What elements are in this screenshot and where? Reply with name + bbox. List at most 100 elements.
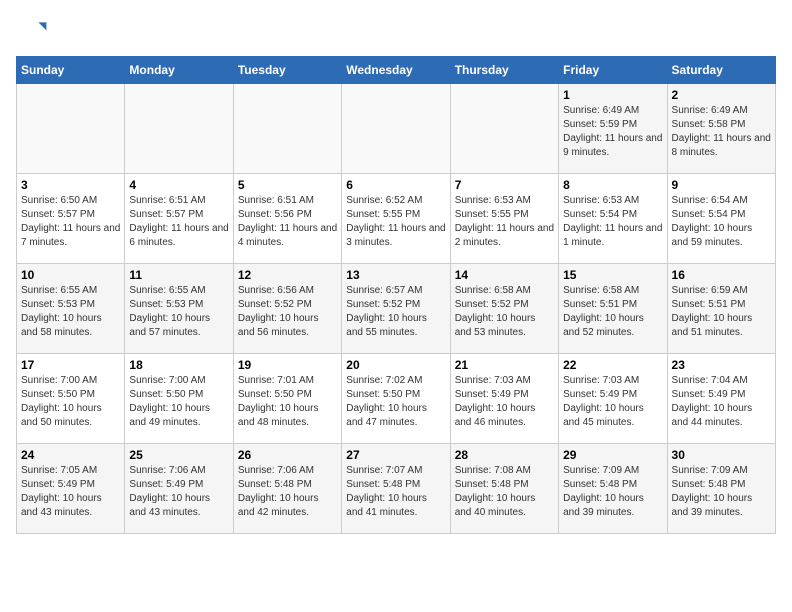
calendar-week-2: 3 Sunrise: 6:50 AM Sunset: 5:57 PM Daylig… bbox=[17, 174, 776, 264]
day-number: 5 bbox=[238, 178, 337, 192]
day-info: Sunrise: 7:08 AM Sunset: 5:48 PM Dayligh… bbox=[455, 464, 554, 520]
calendar-cell: 13Sunrise: 6:57 AM Sunset: 5:52 PM Dayli… bbox=[342, 264, 450, 354]
day-number: 10 bbox=[21, 268, 120, 282]
day-info: Sunrise: 6:54 AM Sunset: 5:54 PM Dayligh… bbox=[672, 194, 771, 250]
calendar-cell: 10 Sunrise: 6:55 AM Sunset: 5:53 PM Dayli… bbox=[17, 264, 125, 354]
day-info: Sunrise: 6:53 AM Sunset: 5:54 PM Dayligh… bbox=[563, 194, 662, 250]
day-info: Sunrise: 6:51 AM Sunset: 5:56 PM Dayligh… bbox=[238, 194, 337, 250]
day-info: Sunrise: 6:49 AM Sunset: 5:59 PM Dayligh… bbox=[563, 104, 662, 160]
calendar-table: SundayMondayTuesdayWednesdayThursdayFrid… bbox=[16, 56, 776, 534]
day-info: Sunrise: 6:55 AM Sunset: 5:53 PM Dayligh… bbox=[129, 284, 228, 340]
weekday-header-thursday: Thursday bbox=[450, 57, 558, 84]
calendar-cell: 26Sunrise: 7:06 AM Sunset: 5:48 PM Dayli… bbox=[233, 444, 341, 534]
calendar-week-4: 17 Sunrise: 7:00 AM Sunset: 5:50 PM Dayli… bbox=[17, 354, 776, 444]
calendar-cell: 4 Sunrise: 6:51 AM Sunset: 5:57 PM Daylig… bbox=[125, 174, 233, 264]
calendar-cell: 9 Sunrise: 6:54 AM Sunset: 5:54 PM Daylig… bbox=[667, 174, 775, 264]
calendar-cell: 3 Sunrise: 6:50 AM Sunset: 5:57 PM Daylig… bbox=[17, 174, 125, 264]
day-info: Sunrise: 6:53 AM Sunset: 5:55 PM Dayligh… bbox=[455, 194, 554, 250]
day-number: 13 bbox=[346, 268, 445, 282]
weekday-header-sunday: Sunday bbox=[17, 57, 125, 84]
calendar-cell: 15 Sunrise: 6:58 AM Sunset: 5:51 PM Dayli… bbox=[559, 264, 667, 354]
day-number: 4 bbox=[129, 178, 228, 192]
day-number: 14 bbox=[455, 268, 554, 282]
day-info: Sunrise: 7:09 AM Sunset: 5:48 PM Dayligh… bbox=[563, 464, 662, 520]
calendar-header: SundayMondayTuesdayWednesdayThursdayFrid… bbox=[17, 57, 776, 84]
calendar-cell: 17 Sunrise: 7:00 AM Sunset: 5:50 PM Dayli… bbox=[17, 354, 125, 444]
day-number: 17 bbox=[21, 358, 120, 372]
day-number: 9 bbox=[672, 178, 771, 192]
calendar-cell bbox=[342, 84, 450, 174]
day-number: 22 bbox=[563, 358, 662, 372]
weekday-row: SundayMondayTuesdayWednesdayThursdayFrid… bbox=[17, 57, 776, 84]
calendar-cell: 1 Sunrise: 6:49 AM Sunset: 5:59 PM Daylig… bbox=[559, 84, 667, 174]
day-number: 29 bbox=[563, 448, 662, 462]
day-info: Sunrise: 6:56 AM Sunset: 5:52 PM Dayligh… bbox=[238, 284, 337, 340]
day-number: 16 bbox=[672, 268, 771, 282]
day-number: 30 bbox=[672, 448, 771, 462]
day-info: Sunrise: 7:03 AM Sunset: 5:49 PM Dayligh… bbox=[563, 374, 662, 430]
day-number: 15 bbox=[563, 268, 662, 282]
day-info: Sunrise: 6:49 AM Sunset: 5:58 PM Dayligh… bbox=[672, 104, 771, 160]
calendar-cell bbox=[450, 84, 558, 174]
calendar-week-1: 1 Sunrise: 6:49 AM Sunset: 5:59 PM Daylig… bbox=[17, 84, 776, 174]
calendar-week-5: 24 Sunrise: 7:05 AM Sunset: 5:49 PM Dayli… bbox=[17, 444, 776, 534]
day-info: Sunrise: 6:55 AM Sunset: 5:53 PM Dayligh… bbox=[21, 284, 120, 340]
calendar-cell: 8 Sunrise: 6:53 AM Sunset: 5:54 PM Daylig… bbox=[559, 174, 667, 264]
calendar-cell bbox=[125, 84, 233, 174]
calendar-cell: 7 Sunrise: 6:53 AM Sunset: 5:55 PM Daylig… bbox=[450, 174, 558, 264]
calendar-cell: 27Sunrise: 7:07 AM Sunset: 5:48 PM Dayli… bbox=[342, 444, 450, 534]
day-number: 27 bbox=[346, 448, 445, 462]
day-number: 7 bbox=[455, 178, 554, 192]
calendar-cell: 24 Sunrise: 7:05 AM Sunset: 5:49 PM Dayli… bbox=[17, 444, 125, 534]
calendar-cell: 30 Sunrise: 7:09 AM Sunset: 5:48 PM Dayli… bbox=[667, 444, 775, 534]
weekday-header-tuesday: Tuesday bbox=[233, 57, 341, 84]
day-number: 1 bbox=[563, 88, 662, 102]
calendar-cell: 29 Sunrise: 7:09 AM Sunset: 5:48 PM Dayli… bbox=[559, 444, 667, 534]
logo bbox=[16, 16, 52, 48]
day-number: 3 bbox=[21, 178, 120, 192]
calendar-cell: 18Sunrise: 7:00 AM Sunset: 5:50 PM Dayli… bbox=[125, 354, 233, 444]
day-number: 24 bbox=[21, 448, 120, 462]
calendar-body: 1 Sunrise: 6:49 AM Sunset: 5:59 PM Daylig… bbox=[17, 84, 776, 534]
day-number: 21 bbox=[455, 358, 554, 372]
day-info: Sunrise: 6:50 AM Sunset: 5:57 PM Dayligh… bbox=[21, 194, 120, 250]
day-number: 25 bbox=[129, 448, 228, 462]
calendar-cell: 25 Sunrise: 7:06 AM Sunset: 5:49 PM Dayli… bbox=[125, 444, 233, 534]
calendar-cell: 16 Sunrise: 6:59 AM Sunset: 5:51 PM Dayli… bbox=[667, 264, 775, 354]
day-info: Sunrise: 7:09 AM Sunset: 5:48 PM Dayligh… bbox=[672, 464, 771, 520]
calendar-cell: 11 Sunrise: 6:55 AM Sunset: 5:53 PM Dayli… bbox=[125, 264, 233, 354]
day-number: 26 bbox=[238, 448, 337, 462]
calendar-cell: 22 Sunrise: 7:03 AM Sunset: 5:49 PM Dayli… bbox=[559, 354, 667, 444]
day-number: 8 bbox=[563, 178, 662, 192]
day-info: Sunrise: 6:59 AM Sunset: 5:51 PM Dayligh… bbox=[672, 284, 771, 340]
calendar-cell: 23 Sunrise: 7:04 AM Sunset: 5:49 PM Dayli… bbox=[667, 354, 775, 444]
day-info: Sunrise: 7:05 AM Sunset: 5:49 PM Dayligh… bbox=[21, 464, 120, 520]
day-info: Sunrise: 6:52 AM Sunset: 5:55 PM Dayligh… bbox=[346, 194, 445, 250]
day-number: 23 bbox=[672, 358, 771, 372]
day-info: Sunrise: 6:58 AM Sunset: 5:51 PM Dayligh… bbox=[563, 284, 662, 340]
calendar-cell bbox=[17, 84, 125, 174]
day-info: Sunrise: 7:00 AM Sunset: 5:50 PM Dayligh… bbox=[129, 374, 228, 430]
calendar-cell: 28Sunrise: 7:08 AM Sunset: 5:48 PM Dayli… bbox=[450, 444, 558, 534]
day-number: 19 bbox=[238, 358, 337, 372]
day-info: Sunrise: 7:06 AM Sunset: 5:49 PM Dayligh… bbox=[129, 464, 228, 520]
day-number: 11 bbox=[129, 268, 228, 282]
weekday-header-friday: Friday bbox=[559, 57, 667, 84]
calendar-cell: 5 Sunrise: 6:51 AM Sunset: 5:56 PM Daylig… bbox=[233, 174, 341, 264]
day-info: Sunrise: 7:01 AM Sunset: 5:50 PM Dayligh… bbox=[238, 374, 337, 430]
logo-icon bbox=[16, 16, 48, 48]
day-info: Sunrise: 7:00 AM Sunset: 5:50 PM Dayligh… bbox=[21, 374, 120, 430]
day-number: 12 bbox=[238, 268, 337, 282]
weekday-header-wednesday: Wednesday bbox=[342, 57, 450, 84]
calendar-cell bbox=[233, 84, 341, 174]
day-info: Sunrise: 6:51 AM Sunset: 5:57 PM Dayligh… bbox=[129, 194, 228, 250]
day-info: Sunrise: 7:04 AM Sunset: 5:49 PM Dayligh… bbox=[672, 374, 771, 430]
calendar-cell: 6Sunrise: 6:52 AM Sunset: 5:55 PM Daylig… bbox=[342, 174, 450, 264]
day-info: Sunrise: 7:02 AM Sunset: 5:50 PM Dayligh… bbox=[346, 374, 445, 430]
day-number: 2 bbox=[672, 88, 771, 102]
calendar-cell: 14Sunrise: 6:58 AM Sunset: 5:52 PM Dayli… bbox=[450, 264, 558, 354]
day-info: Sunrise: 7:03 AM Sunset: 5:49 PM Dayligh… bbox=[455, 374, 554, 430]
calendar-cell: 2 Sunrise: 6:49 AM Sunset: 5:58 PM Daylig… bbox=[667, 84, 775, 174]
day-number: 20 bbox=[346, 358, 445, 372]
calendar-cell: 12 Sunrise: 6:56 AM Sunset: 5:52 PM Dayli… bbox=[233, 264, 341, 354]
